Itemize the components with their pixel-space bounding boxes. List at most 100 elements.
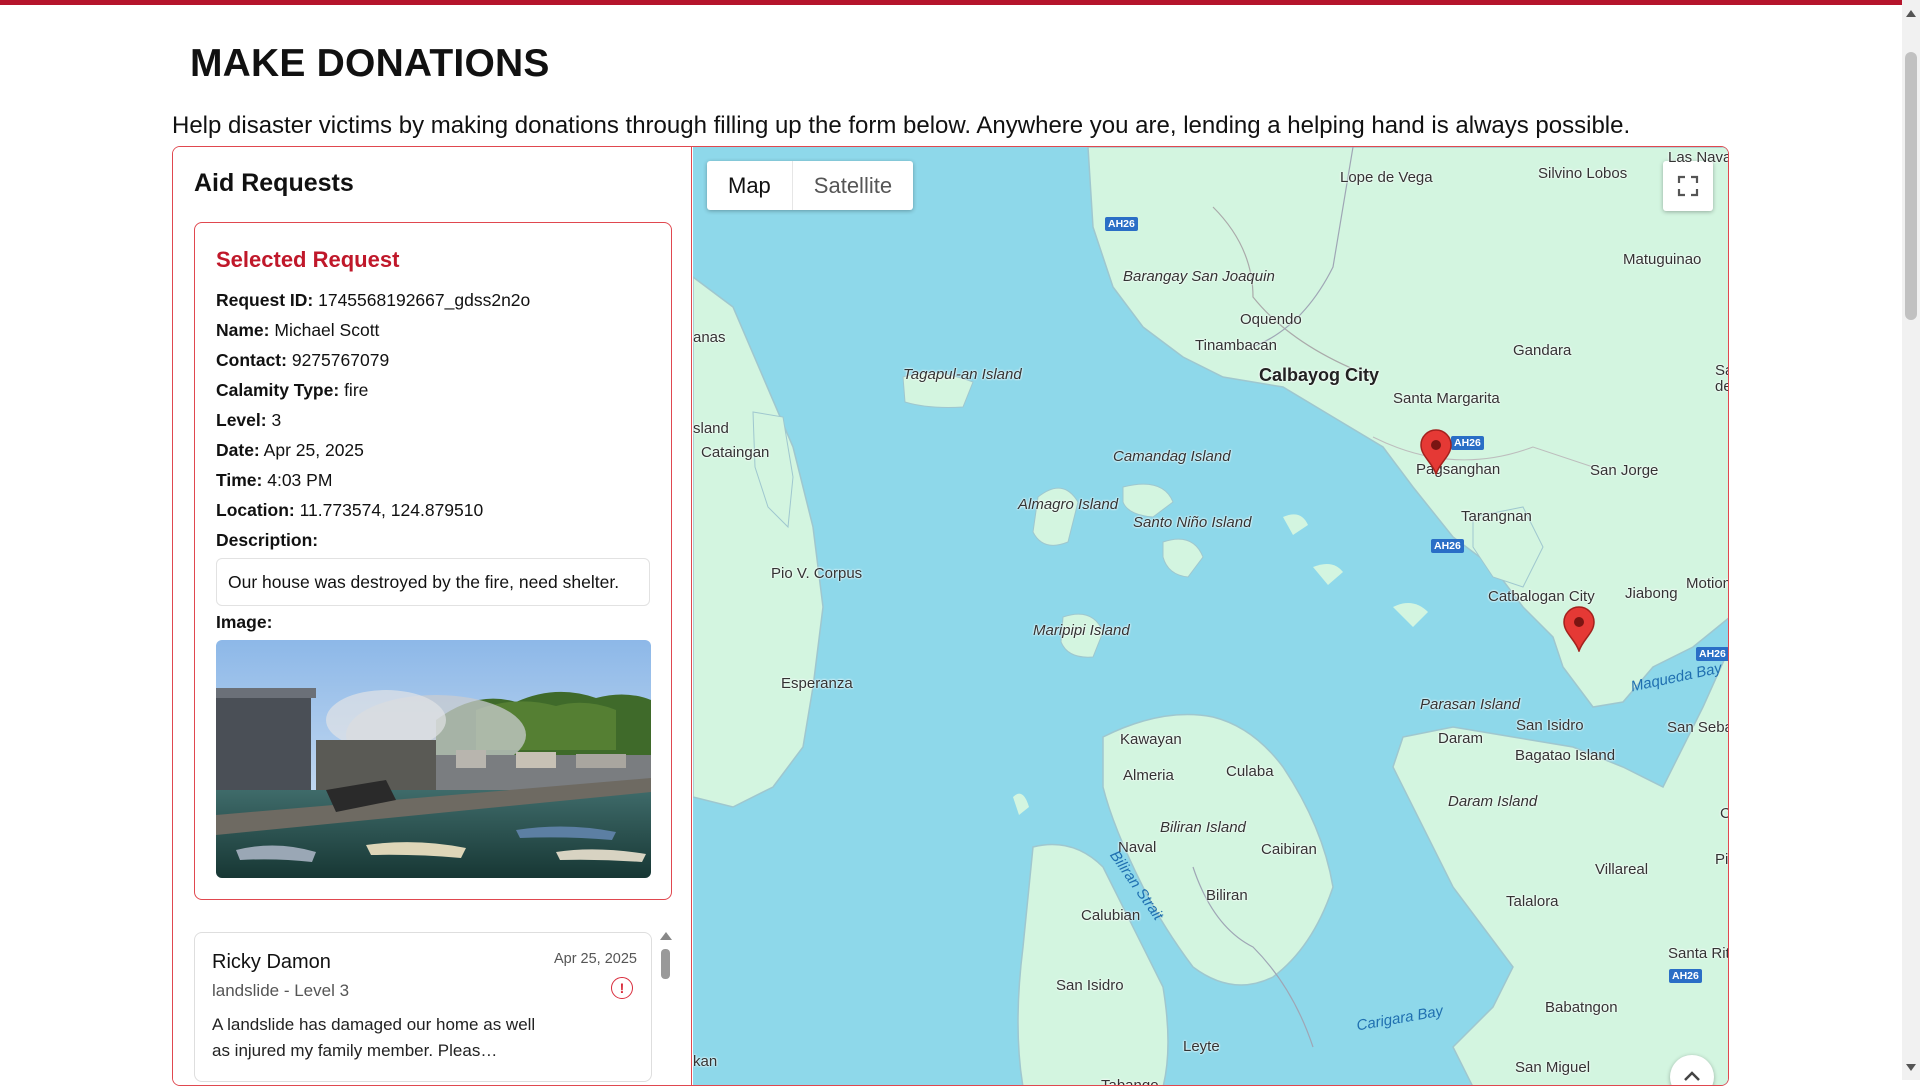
request-photo xyxy=(216,640,651,878)
field-label: Level: xyxy=(216,410,267,430)
fire-scene-image xyxy=(216,640,651,878)
road-shield: AH26 xyxy=(1105,217,1138,231)
map-pin-icon xyxy=(1420,429,1452,477)
map-label: Leyte xyxy=(1183,1038,1220,1055)
fullscreen-button[interactable] xyxy=(1663,161,1713,211)
map-label: Bagatao Island xyxy=(1515,747,1616,764)
field-request-id: Request ID: 1745568192667_gdss2n2o xyxy=(216,290,530,311)
field-label: Calamity Type: xyxy=(216,380,340,400)
map-label: Las Nava xyxy=(1668,149,1729,166)
map-label: Matuguinao xyxy=(1623,251,1702,268)
map-label: Calbayog City xyxy=(1259,365,1380,385)
map-label: Kawayan xyxy=(1120,731,1182,748)
selected-request-card: Selected Request Request ID: 17455681926… xyxy=(194,222,672,900)
scroll-up-arrow-icon[interactable] xyxy=(660,932,672,940)
description-box: Our house was destroyed by the fire, nee… xyxy=(216,558,650,606)
map-type-satellite-button[interactable]: Satellite xyxy=(793,161,913,210)
map-label: Calubian xyxy=(1081,907,1141,924)
map-marker[interactable] xyxy=(1562,606,1596,654)
camera-control-button[interactable] xyxy=(1670,1055,1714,1085)
request-list-scrollbar[interactable] xyxy=(658,932,672,1085)
map-label: Silvino Lobos xyxy=(1538,165,1628,182)
scroll-down-arrow-icon[interactable] xyxy=(1906,1064,1916,1071)
map-label: Gandara xyxy=(1513,342,1572,359)
page-scrollbar[interactable] xyxy=(1902,0,1920,1080)
map-label: Almagro Island xyxy=(1018,496,1119,513)
field-label: Image: xyxy=(216,612,273,632)
request-description: A landslide has damaged our home as well… xyxy=(212,1015,536,1060)
sidebar-title: Aid Requests xyxy=(194,169,354,197)
field-label: Time: xyxy=(216,470,263,490)
map-label: Biliran Island xyxy=(1160,819,1246,836)
map-label: San Jorge xyxy=(1590,462,1659,479)
request-date: Apr 25, 2025 xyxy=(553,951,637,967)
map-label: San Isidro xyxy=(1516,717,1584,734)
map-label: Santa Rit xyxy=(1668,945,1729,962)
map-label: Tagapul-an Island xyxy=(903,366,1022,383)
scroll-thumb[interactable] xyxy=(661,949,670,979)
map-label: San Isidro xyxy=(1056,977,1124,994)
field-level: Level: 3 xyxy=(216,410,281,431)
map-view[interactable]: Map Satellite Lope de Vega Silvino Lobos… xyxy=(693,147,1729,1085)
field-description-label: Description: xyxy=(216,530,318,551)
field-value: 11.773574, 124.879510 xyxy=(299,500,484,520)
map-type-map-button[interactable]: Map xyxy=(707,161,793,210)
map-label: Culaba xyxy=(1226,763,1274,780)
aid-requests-sidebar: Aid Requests Selected Request Request ID… xyxy=(173,147,692,1085)
chevron-up-icon xyxy=(1684,1071,1700,1081)
map-label: Daram xyxy=(1438,730,1484,747)
map-pin-icon xyxy=(1563,606,1595,654)
field-value: 1745568192667_gdss2n2o xyxy=(318,290,531,310)
map-label: Oquendo xyxy=(1240,311,1302,328)
map-label: Daram Island xyxy=(1448,793,1538,810)
road-shield: AH26 xyxy=(1669,969,1702,983)
page-title: MAKE DONATIONS xyxy=(190,42,550,85)
road-shield: AH26 xyxy=(1451,436,1484,450)
field-time: Time: 4:03 PM xyxy=(216,470,332,491)
map-label: Tarangnan xyxy=(1461,508,1532,525)
road-shield: AH26 xyxy=(1696,647,1728,661)
field-calamity-type: Calamity Type: fire xyxy=(216,380,368,401)
map-label: Talalora xyxy=(1506,893,1559,910)
field-value: Apr 25, 2025 xyxy=(263,440,364,460)
field-label: Date: xyxy=(216,440,260,460)
map-label: Lope de Vega xyxy=(1340,169,1433,186)
map-label: Esperanza xyxy=(781,675,853,692)
alert-icon: ! xyxy=(611,977,633,999)
field-label: Contact: xyxy=(216,350,287,370)
field-value: 9275767079 xyxy=(291,350,390,370)
field-value: fire xyxy=(344,380,369,400)
map-label: Sa de xyxy=(1715,362,1728,395)
map-label: Babatngon xyxy=(1545,999,1618,1016)
field-image-label: Image: xyxy=(216,612,272,633)
map-label: Tinambacan xyxy=(1195,337,1277,354)
map-label: Caibiran xyxy=(1261,841,1317,858)
map-label: Barangay San Joaquin xyxy=(1123,268,1275,285)
selected-request-heading: Selected Request xyxy=(216,247,400,272)
fullscreen-icon xyxy=(1677,175,1699,197)
page-scroll-thumb[interactable] xyxy=(1905,52,1917,320)
request-list-item[interactable]: Ricky Damon Apr 25, 2025 landslide - Lev… xyxy=(194,932,652,1082)
map-label: Almeria xyxy=(1123,767,1174,784)
donation-panel: Aid Requests Selected Request Request ID… xyxy=(172,146,1729,1086)
scroll-up-arrow-icon[interactable] xyxy=(1906,10,1916,17)
road-shield: AH26 xyxy=(1431,539,1464,553)
map-label: Villareal xyxy=(1595,861,1649,878)
map-label: Motion xyxy=(1686,575,1729,592)
map-label: sland xyxy=(693,420,729,437)
field-label: Name: xyxy=(216,320,270,340)
field-value: 3 xyxy=(271,410,282,430)
calamity-type-level: landslide - Level 3 xyxy=(212,981,350,1000)
map-marker[interactable] xyxy=(1419,429,1453,477)
map-label: Jiabong xyxy=(1625,585,1678,602)
field-label: Description: xyxy=(216,530,319,550)
map-label: Pio V. Corpus xyxy=(771,565,863,582)
top-accent-bar xyxy=(0,0,1920,5)
map-label: Pi xyxy=(1715,851,1729,868)
map-label: Catbalogan City xyxy=(1488,588,1595,605)
field-date: Date: Apr 25, 2025 xyxy=(216,440,364,461)
map-label: Santo Niño Island xyxy=(1133,514,1252,531)
field-label: Request ID: xyxy=(216,290,314,310)
field-value: 4:03 PM xyxy=(267,470,333,490)
field-contact: Contact: 9275767079 xyxy=(216,350,389,371)
